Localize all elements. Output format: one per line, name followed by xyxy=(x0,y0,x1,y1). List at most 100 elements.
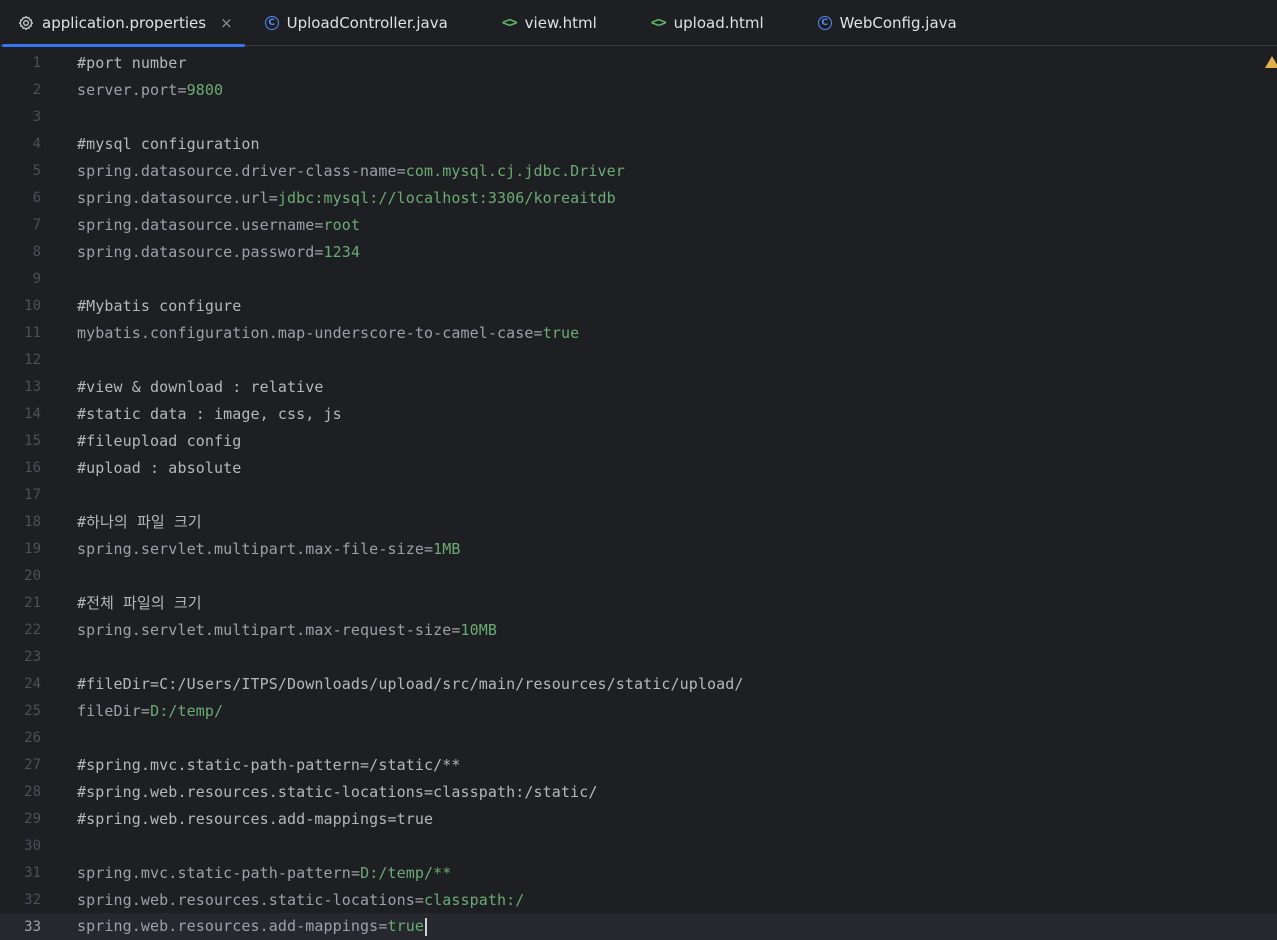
code-line[interactable]: 10 #Mybatis configure xyxy=(0,292,1277,319)
code-line[interactable]: 3 xyxy=(0,103,1277,130)
property-key: spring.web.resources.add-mappings xyxy=(77,917,379,936)
comment-text: #port number xyxy=(77,53,187,72)
code-line[interactable]: 6 spring.datasource.url=jdbc:mysql://loca… xyxy=(0,184,1277,211)
code-line[interactable]: 15 #fileupload config xyxy=(0,427,1277,454)
code-line[interactable]: 14 #static data : image, css, js xyxy=(0,400,1277,427)
equals-sign: = xyxy=(396,161,406,180)
code-line[interactable]: 20 xyxy=(0,562,1277,589)
line-number: 32 xyxy=(24,891,41,908)
code-line[interactable]: 31 spring.mvc.static-path-pattern=D:/temp… xyxy=(0,859,1277,886)
code-line[interactable]: 9 xyxy=(0,265,1277,292)
code-line[interactable]: 8 spring.datasource.password=1234 xyxy=(0,238,1277,265)
property-value: 1234 xyxy=(323,242,361,261)
property-key: server.port xyxy=(77,80,178,99)
code-line[interactable]: 2 server.port=9800 xyxy=(0,76,1277,103)
code-line[interactable]: 30 xyxy=(0,832,1277,859)
tab-label: view.html xyxy=(524,14,597,32)
class-c-icon: C xyxy=(817,16,832,30)
code-line[interactable]: 13 #view & download : relative xyxy=(0,373,1277,400)
code-line[interactable]: 22 spring.servlet.multipart.max-request-s… xyxy=(0,616,1277,643)
comment-text: #static data : image, css, js xyxy=(77,404,342,423)
property-key: spring.datasource.username xyxy=(77,215,315,234)
property-key: fileDir xyxy=(77,701,141,720)
comment-text: #spring.web.resources.static-locations=c… xyxy=(77,782,598,801)
line-number: 25 xyxy=(24,702,41,719)
code-line[interactable]: 18 #하나의 파일 크기 xyxy=(0,508,1277,535)
property-key: spring.web.resources.static-locations xyxy=(77,890,415,909)
code-text: #fileupload config xyxy=(77,432,241,450)
comment-text: #spring.mvc.static-path-pattern=/static/… xyxy=(77,755,461,774)
ide-window: application.properties × C UploadControl… xyxy=(0,0,1277,940)
tab-label: application.properties xyxy=(42,14,207,32)
code-line[interactable]: 12 xyxy=(0,346,1277,373)
text-caret xyxy=(425,917,427,936)
tab-upload-html[interactable]: <> upload.html xyxy=(651,0,818,46)
line-number: 6 xyxy=(32,189,41,206)
code-line[interactable]: 33 spring.web.resources.add-mappings=true xyxy=(0,913,1277,940)
code-text: spring.datasource.username=root xyxy=(77,216,360,234)
line-number: 33 xyxy=(24,918,41,935)
code-line[interactable]: 32 spring.web.resources.static-locations=… xyxy=(0,886,1277,913)
code-line[interactable]: 24 #fileDir=C:/Users/ITPS/Downloads/uploa… xyxy=(0,670,1277,697)
code-line[interactable]: 19 spring.servlet.multipart.max-file-size… xyxy=(0,535,1277,562)
comment-text: #spring.web.resources.add-mappings=true xyxy=(77,809,434,828)
equals-sign: = xyxy=(350,863,361,882)
line-number: 29 xyxy=(24,810,41,827)
equals-sign: = xyxy=(268,188,278,207)
equals-sign: = xyxy=(451,620,461,639)
code-line[interactable]: 25 fileDir=D:/temp/ xyxy=(0,697,1277,724)
line-number: 20 xyxy=(24,567,41,584)
line-number: 15 xyxy=(24,432,41,449)
property-key: spring.datasource.password xyxy=(77,242,315,261)
comment-text: #Mybatis configure xyxy=(77,296,242,315)
line-number: 7 xyxy=(32,216,41,233)
code-line[interactable]: 5 spring.datasource.driver-class-name=com… xyxy=(0,157,1277,184)
code-text: spring.web.resources.add-mappings=true xyxy=(77,917,427,936)
tab-upload-controller[interactable]: C UploadController.java xyxy=(245,0,502,46)
tab-view-html[interactable]: <> view.html xyxy=(502,0,651,46)
code-text: fileDir=D:/temp/ xyxy=(77,702,223,720)
code-line[interactable]: 26 xyxy=(0,724,1277,751)
equals-sign: = xyxy=(423,539,434,558)
property-key: spring.mvc.static-path-pattern xyxy=(77,863,351,882)
code-line[interactable]: 27 #spring.mvc.static-path-pattern=/stati… xyxy=(0,751,1277,778)
property-value: 9800 xyxy=(186,80,224,99)
line-number: 22 xyxy=(24,621,41,638)
property-key: spring.servlet.multipart.max-file-size xyxy=(77,539,424,558)
code-line[interactable]: 21 #전체 파일의 크기 xyxy=(0,589,1277,616)
code-line[interactable]: 4 #mysql configuration xyxy=(0,130,1277,157)
code-editor[interactable]: 1 #port number 2 server.port=9800 3 4 #mysql c… xyxy=(0,47,1277,940)
code-line[interactable]: 1 #port number xyxy=(0,49,1277,76)
equals-sign: = xyxy=(314,242,324,261)
tab-label: WebConfig.java xyxy=(839,14,957,32)
code-line[interactable]: 7 spring.datasource.username=root xyxy=(0,211,1277,238)
code-line[interactable]: 23 xyxy=(0,643,1277,670)
line-number: 28 xyxy=(24,783,41,800)
tab-application-properties[interactable]: application.properties × xyxy=(0,0,245,47)
code-text: #전체 파일의 크기 xyxy=(77,592,202,613)
code-line[interactable]: 11 mybatis.configuration.map-underscore-t… xyxy=(0,319,1277,346)
equals-sign: = xyxy=(414,890,424,909)
property-value: 1MB xyxy=(433,539,461,558)
code-text: #fileDir=C:/Users/ITPS/Downloads/upload/… xyxy=(77,675,744,693)
code-text: #static data : image, css, js xyxy=(77,405,342,423)
equals-sign: = xyxy=(533,323,543,342)
code-text: #upload : absolute xyxy=(77,459,241,477)
code-line[interactable]: 16 #upload : absolute xyxy=(0,454,1277,481)
comment-text: #fileDir=C:/Users/ITPS/Downloads/upload/… xyxy=(77,674,744,693)
property-key: spring.servlet.multipart.max-request-siz… xyxy=(77,620,452,639)
editor-tab-bar: application.properties × C UploadControl… xyxy=(0,0,1277,47)
line-number: 10 xyxy=(24,297,41,314)
warning-icon[interactable] xyxy=(1265,56,1277,68)
code-line[interactable]: 29 #spring.web.resources.add-mappings=tru… xyxy=(0,805,1277,832)
tab-webconfig[interactable]: C WebConfig.java xyxy=(817,0,957,46)
line-number: 26 xyxy=(24,729,41,746)
code-text: spring.servlet.multipart.max-request-siz… xyxy=(77,621,497,639)
close-icon[interactable]: × xyxy=(220,14,233,32)
code-text: spring.web.resources.static-locations=cl… xyxy=(77,891,524,909)
code-line[interactable]: 28 #spring.web.resources.static-locations… xyxy=(0,778,1277,805)
property-value: jdbc:mysql://localhost:3306/koreaitdb xyxy=(277,188,616,207)
line-number: 14 xyxy=(24,405,41,422)
code-line[interactable]: 17 xyxy=(0,481,1277,508)
line-number: 23 xyxy=(24,648,41,665)
